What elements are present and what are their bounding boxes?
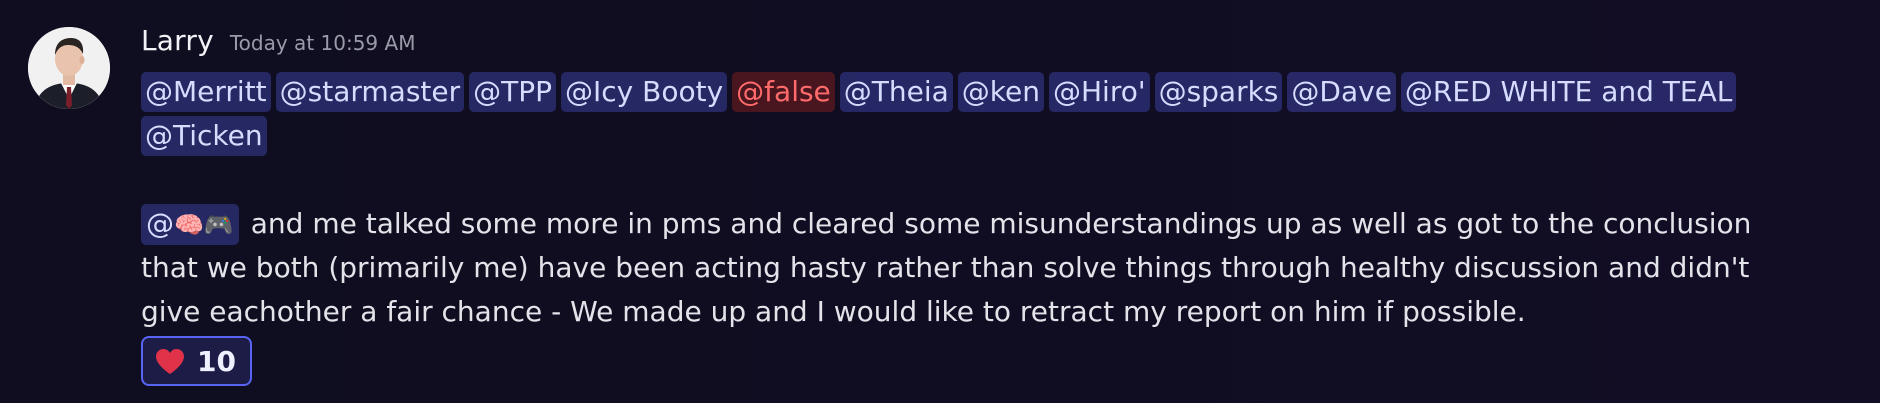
mention-false[interactable]: @false (732, 72, 835, 112)
mention-ken[interactable]: @ken (957, 72, 1044, 112)
brain-controller-emoji-icon: 🧠🎮 (174, 211, 234, 239)
mention-red-white-and-teal[interactable]: @RED WHITE and TEAL (1400, 72, 1737, 112)
mention-at: @ (146, 207, 174, 240)
mention-hiro[interactable]: @Hiro' (1049, 72, 1150, 112)
mention-theia[interactable]: @Theia (839, 72, 953, 112)
reaction-heart-button[interactable]: 10 (141, 336, 252, 386)
mention-icy-booty[interactable]: @Icy Booty (561, 72, 728, 112)
mention-emoji-user[interactable]: @🧠🎮 (141, 204, 239, 245)
avatar-portrait-icon (28, 27, 110, 109)
heart-icon (156, 348, 184, 374)
mention-tpp[interactable]: @TPP (469, 72, 557, 112)
message-content: Larry Today at 10:59 AM @Merritt @starmas… (141, 24, 1841, 386)
reaction-count: 10 (197, 344, 236, 378)
message-body: @🧠🎮 and me talked some more in pms and cl… (141, 202, 1781, 334)
avatar[interactable] (28, 27, 110, 109)
mention-dave[interactable]: @Dave (1287, 72, 1396, 112)
mention-list: @Merritt @starmaster @TPP @Icy Booty @false @… (141, 70, 1841, 158)
chat-message: Larry Today at 10:59 AM @Merritt @starmas… (0, 0, 1880, 403)
username[interactable]: Larry (141, 24, 214, 57)
message-text: and me talked some more in pms and clear… (141, 207, 1752, 328)
message-header: Larry Today at 10:59 AM (141, 24, 1841, 66)
mention-merritt[interactable]: @Merritt (141, 72, 271, 112)
mention-sparks[interactable]: @sparks (1154, 72, 1283, 112)
timestamp[interactable]: Today at 10:59 AM (230, 31, 416, 55)
mention-starmaster[interactable]: @starmaster (275, 72, 465, 112)
mention-ticken[interactable]: @Ticken (141, 116, 267, 156)
